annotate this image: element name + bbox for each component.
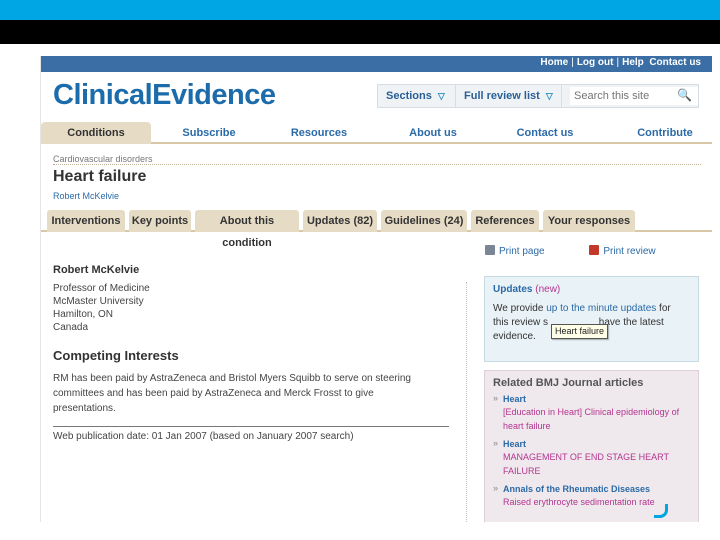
- nav-contact-us[interactable]: Contact us: [497, 122, 593, 144]
- logout-link[interactable]: Log out: [577, 57, 614, 68]
- address-line: McMaster University: [53, 296, 144, 307]
- slide-accent-bar: [0, 0, 720, 20]
- printer-icon: [485, 245, 495, 255]
- full-review-label: Full review list: [464, 90, 540, 102]
- chevron-down-icon: ▽: [437, 91, 445, 101]
- sections-label: Sections: [386, 90, 432, 102]
- journal-link[interactable]: Heart: [503, 393, 690, 405]
- updates-link[interactable]: up to the minute updates: [546, 303, 656, 314]
- tab-guidelines[interactable]: Guidelines (24): [381, 210, 467, 232]
- competing-interests-heading: Competing Interests: [53, 348, 179, 363]
- website-screenshot: Home | Log out | Help Contact us ClinicalEvi…: [40, 56, 712, 522]
- condition-tabs: Interventions Key points About this cond…: [41, 208, 712, 249]
- nav-about-us[interactable]: About us: [385, 122, 481, 144]
- updates-title[interactable]: Updates: [493, 284, 532, 295]
- text: this review s: [493, 317, 549, 328]
- tab-about-condition[interactable]: About this condition: [195, 210, 299, 249]
- column-divider: [466, 282, 467, 522]
- address-line: Professor of Medicine: [53, 283, 150, 294]
- publication-date: Web publication date: 01 Jan 2007 (based…: [53, 431, 354, 442]
- author-name: Robert McKelvie: [53, 264, 140, 276]
- related-articles-box: Related BMJ Journal articles Heart [Educ…: [484, 370, 699, 522]
- help-link[interactable]: Help: [622, 57, 644, 68]
- clinical-evidence-logo[interactable]: ClinicalEvidence: [53, 77, 276, 113]
- contact-link[interactable]: Contact us: [649, 57, 701, 68]
- address-line: Hamilton, ON: [53, 309, 114, 320]
- search-bar: Sections ▽ Full review list ▽ 🔍: [377, 84, 699, 108]
- article-link[interactable]: MANAGEMENT OF END STAGE HEART FAILURE: [503, 450, 690, 478]
- updates-box: Updates (new) We provide up to the minut…: [484, 276, 699, 362]
- nav-resources[interactable]: Resources: [271, 122, 367, 144]
- pdf-icon: [589, 245, 600, 255]
- list-item: Heart MANAGEMENT OF END STAGE HEART FAIL…: [493, 438, 690, 478]
- print-review-label: Print review: [603, 246, 656, 257]
- text: for: [656, 303, 671, 314]
- new-badge: (new): [535, 284, 561, 295]
- tab-interventions[interactable]: Interventions: [47, 210, 125, 232]
- updates-line: We provide up to the minute updates for: [493, 302, 690, 316]
- utility-links: Home | Log out | Help Contact us: [540, 57, 701, 68]
- nav-subscribe[interactable]: Subscribe: [161, 122, 257, 144]
- tab-updates[interactable]: Updates (82): [303, 210, 377, 232]
- logo-part1: Clinical: [53, 79, 153, 111]
- print-page-label: Print page: [499, 246, 545, 257]
- nav-conditions[interactable]: Conditions: [41, 122, 151, 144]
- related-heading: Related BMJ Journal articles: [493, 377, 644, 389]
- page-title: Heart failure: [53, 168, 147, 185]
- author-link[interactable]: Robert McKelvie: [53, 191, 119, 201]
- print-review-link[interactable]: Print review: [589, 245, 656, 257]
- updates-heading: Updates (new): [493, 284, 690, 295]
- main-nav: Conditions Subscribe Resources About us …: [41, 122, 712, 144]
- article-link[interactable]: [Education in Heart] Clinical epidemiolo…: [503, 405, 690, 433]
- sections-dropdown[interactable]: Sections ▽: [378, 85, 456, 107]
- utility-bar: Home | Log out | Help Contact us: [41, 56, 712, 72]
- breadcrumb[interactable]: Cardiovascular disorders: [53, 154, 153, 164]
- logo-part2: Evidence: [152, 79, 276, 111]
- tab-your-responses[interactable]: Your responses: [543, 210, 635, 232]
- nav-contribute[interactable]: Contribute: [617, 122, 712, 144]
- tab-key-points[interactable]: Key points: [129, 210, 191, 232]
- chevron-down-icon: ▽: [545, 91, 553, 101]
- list-item: Heart [Education in Heart] Clinical epid…: [493, 393, 690, 433]
- journal-link[interactable]: Heart: [503, 438, 690, 450]
- competing-interests-text: RM has been paid by AstraZeneca and Bris…: [53, 373, 411, 414]
- divider: [53, 426, 449, 427]
- home-link[interactable]: Home: [540, 57, 568, 68]
- tooltip: Heart failure: [551, 324, 609, 339]
- divider: [53, 164, 701, 165]
- print-page-link[interactable]: Print page: [485, 245, 545, 257]
- full-review-list-dropdown[interactable]: Full review list ▽: [456, 85, 562, 107]
- separator: |: [571, 57, 574, 68]
- slide-title-bar: [0, 20, 720, 44]
- text: We provide: [493, 303, 547, 314]
- print-actions: Print page Print review: [485, 245, 656, 257]
- author-section: Robert McKelvie Professor of Medicine Mc…: [53, 264, 453, 442]
- tab-references[interactable]: References: [471, 210, 539, 232]
- search-icon[interactable]: 🔍: [677, 88, 692, 102]
- address-line: Canada: [53, 322, 89, 333]
- journal-link[interactable]: Annals of the Rheumatic Diseases: [503, 483, 690, 495]
- separator: |: [616, 57, 620, 68]
